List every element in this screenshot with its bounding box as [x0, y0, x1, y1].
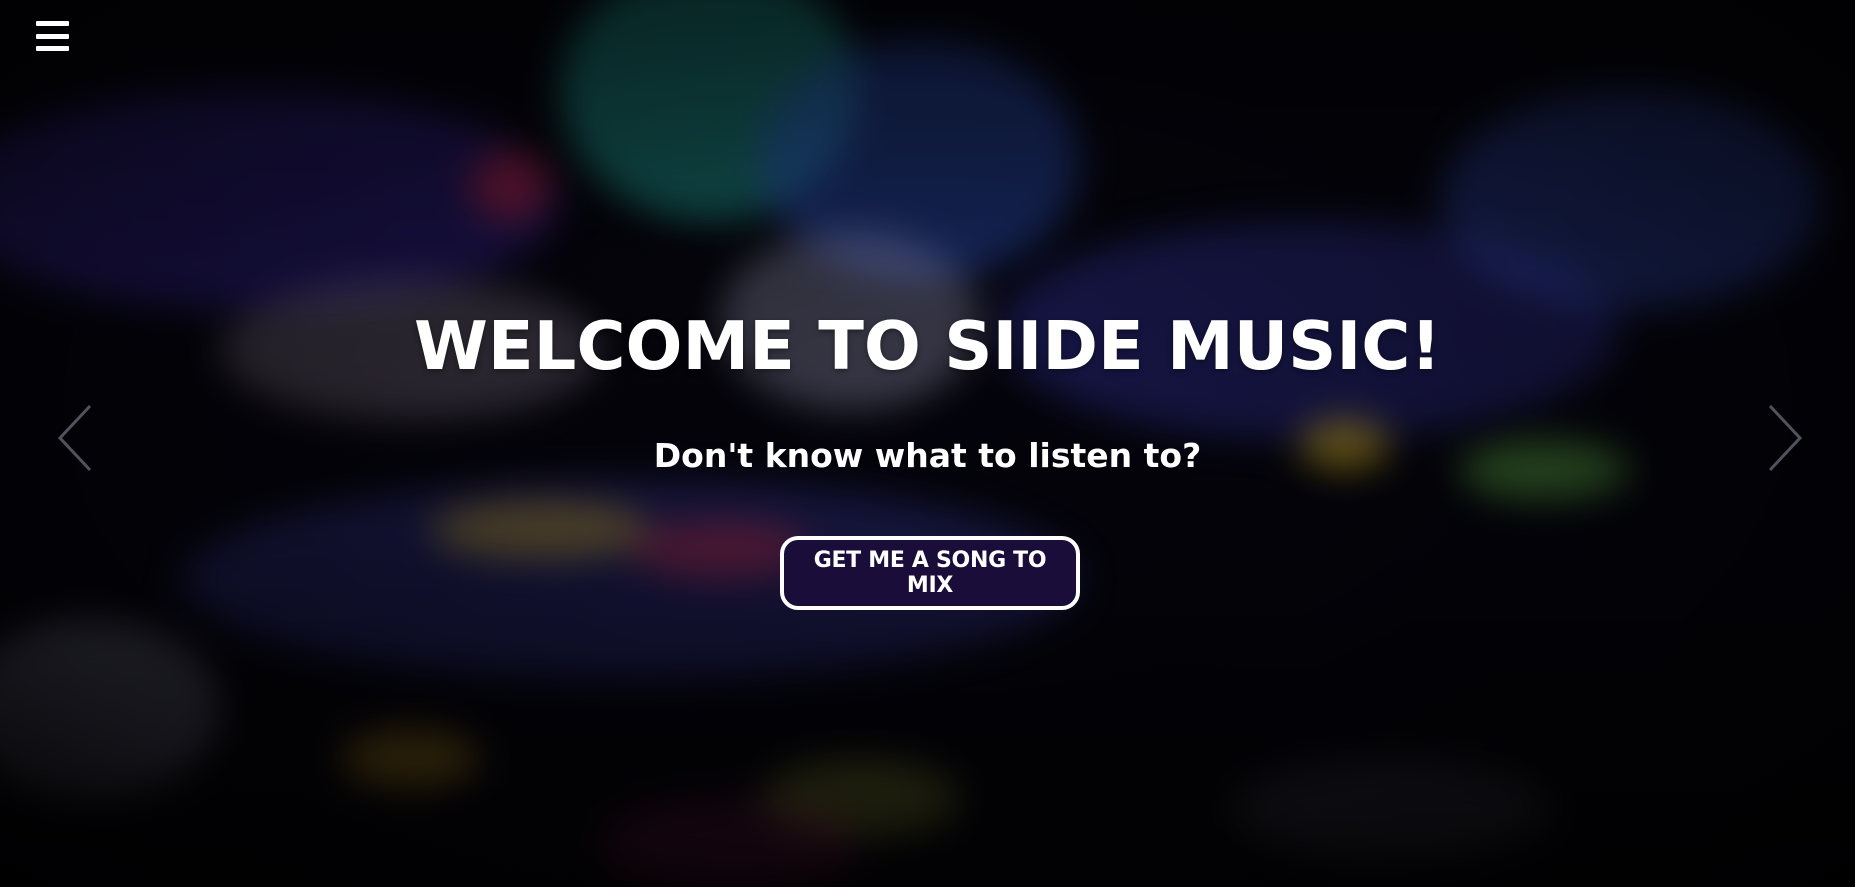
hero-title: WELCOME TO SIIDE MUSIC!	[413, 307, 1442, 385]
hero-stage: WELCOME TO SIIDE MUSIC! Don't know what …	[0, 0, 1855, 887]
hero-subtitle: Don't know what to listen to?	[653, 436, 1202, 475]
get-song-button[interactable]: GET ME A SONG TO MIX	[780, 536, 1080, 610]
hero-content: WELCOME TO SIIDE MUSIC! Don't know what …	[0, 0, 1855, 887]
